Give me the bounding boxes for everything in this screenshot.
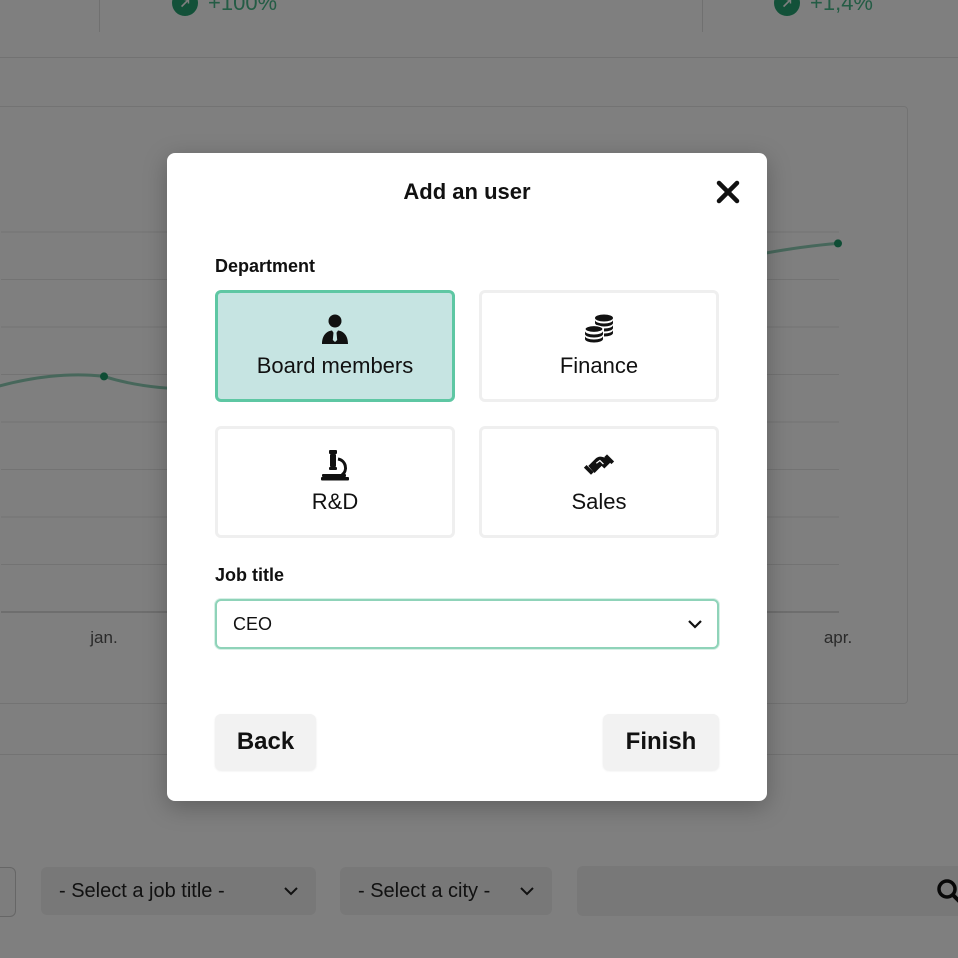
add-user-modal: Add an user Department Board members Fin… bbox=[167, 153, 767, 801]
job-title-selected-value: CEO bbox=[233, 613, 273, 634]
back-button[interactable]: Back bbox=[215, 714, 316, 770]
department-label-text: Sales bbox=[571, 489, 627, 514]
department-board-members[interactable]: Board members bbox=[215, 290, 455, 402]
coins-icon bbox=[584, 314, 613, 343]
chevron-down-icon bbox=[688, 620, 702, 629]
close-icon[interactable] bbox=[715, 179, 741, 205]
department-finance[interactable]: Finance bbox=[479, 290, 719, 402]
handshake-icon bbox=[583, 454, 615, 475]
department-label: Department bbox=[215, 256, 316, 276]
department-label-text: Board members bbox=[256, 353, 414, 378]
department-sales[interactable]: Sales bbox=[479, 426, 719, 538]
modal-title: Add an user bbox=[403, 179, 531, 204]
department-label-text: Finance bbox=[559, 353, 639, 378]
job-title-select[interactable]: CEO bbox=[215, 599, 719, 649]
finish-button[interactable]: Finish bbox=[603, 714, 719, 770]
department-rnd[interactable]: R&D bbox=[215, 426, 455, 538]
microscope-icon bbox=[321, 450, 349, 481]
job-title-label: Job title bbox=[215, 565, 285, 585]
user-tie-icon bbox=[322, 314, 348, 344]
department-label-text: R&D bbox=[311, 489, 359, 514]
